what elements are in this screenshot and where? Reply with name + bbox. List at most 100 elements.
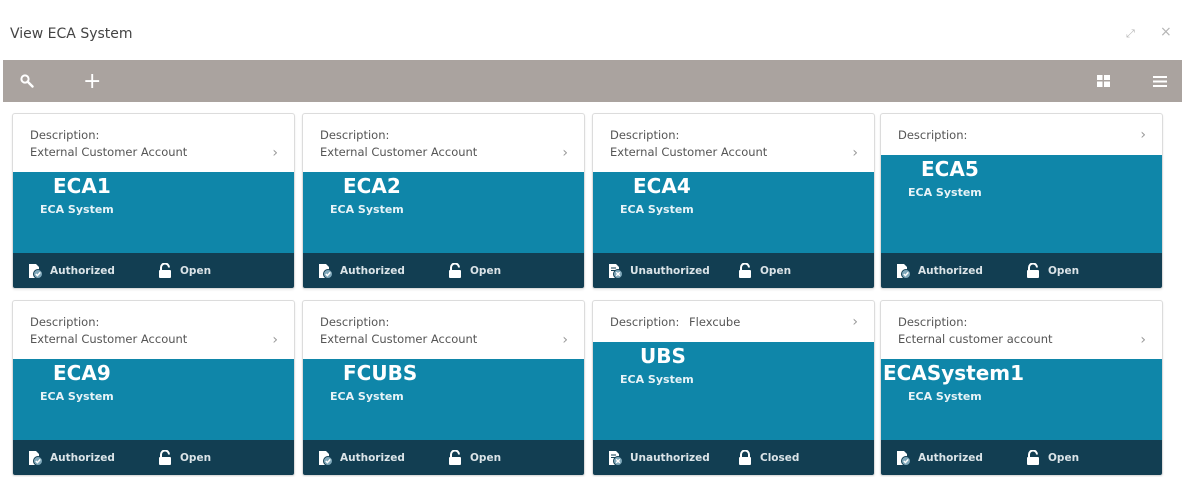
record-status: Open — [158, 450, 211, 466]
tile-footer: Authorized Open — [881, 253, 1162, 288]
tile-ecasystem1[interactable]: Description: Ecternal customer account ›… — [880, 300, 1163, 476]
tile-body: UBS ECA System — [593, 342, 874, 440]
authorization-status: Authorized — [27, 450, 115, 466]
tile-ubs[interactable]: Description: Flexcube › UBS ECA System U… — [592, 300, 875, 476]
record-name: ECA4 — [633, 174, 691, 198]
unauthorized-icon — [609, 451, 623, 466]
status-label: Open — [1048, 452, 1080, 464]
tile-fcubs[interactable]: Description: External Customer Account ›… — [302, 300, 585, 476]
authorized-icon — [897, 264, 911, 279]
tile-body: ECASystem1 ECA System — [881, 359, 1162, 440]
authorization-label: Unauthorized — [630, 265, 710, 277]
description-label: Description: — [320, 128, 390, 142]
authorization-status: Unauthorized — [607, 450, 710, 466]
tile-header: Description: External Customer Account › — [303, 114, 584, 172]
tile-body: ECA9 ECA System — [13, 359, 294, 440]
chevron-right-icon[interactable]: › — [562, 332, 568, 348]
toolbar: + — [3, 60, 1182, 102]
unlock-icon — [159, 263, 171, 278]
record-name: ECA1 — [53, 174, 111, 198]
status-label: Open — [760, 265, 792, 277]
authorized-icon — [319, 264, 333, 279]
unlock-icon — [739, 263, 751, 278]
authorized-icon — [319, 451, 333, 466]
chevron-right-icon[interactable]: › — [1140, 127, 1146, 143]
chevron-right-icon[interactable]: › — [852, 314, 858, 330]
record-subtitle: ECA System — [330, 203, 404, 216]
status-label: Closed — [760, 452, 800, 464]
record-status: Open — [158, 263, 211, 279]
tile-eca1[interactable]: Description: External Customer Account ›… — [12, 113, 295, 289]
tile-header: Description: External Customer Account › — [13, 114, 294, 172]
status-label: Open — [470, 265, 502, 277]
chevron-right-icon[interactable]: › — [272, 332, 278, 348]
tile-header: Description: External Customer Account › — [303, 301, 584, 359]
description-value: External Customer Account — [320, 332, 478, 346]
description-value: External Customer Account — [320, 145, 478, 159]
tile-body: ECA1 ECA System — [13, 172, 294, 253]
record-name: UBS — [640, 344, 686, 368]
description-value: External Customer Account — [610, 145, 768, 159]
record-subtitle: ECA System — [908, 186, 982, 199]
record-subtitle: ECA System — [40, 203, 114, 216]
authorization-label: Authorized — [50, 265, 115, 277]
description-value: Flexcube — [689, 315, 741, 329]
tile-body: FCUBS ECA System — [303, 359, 584, 440]
tile-body: ECA2 ECA System — [303, 172, 584, 253]
chevron-right-icon[interactable]: › — [1140, 332, 1146, 348]
authorized-icon — [29, 451, 43, 466]
record-subtitle: ECA System — [620, 203, 694, 216]
window-titlebar: View ECA System ⤢ × — [0, 0, 1185, 60]
authorization-status: Authorized — [317, 450, 405, 466]
unlock-icon — [1027, 263, 1039, 278]
unlock-icon — [449, 450, 461, 465]
tile-header: Description: External Customer Account › — [13, 301, 294, 359]
description-label: Description: — [30, 128, 100, 142]
tile-header: Description: External Customer Account › — [593, 114, 874, 172]
expand-icon[interactable]: ⤢ — [1126, 27, 1135, 41]
authorization-label: Authorized — [918, 452, 983, 464]
tile-footer: Unauthorized Open — [593, 253, 874, 288]
record-name: ECA5 — [921, 157, 979, 181]
unlock-icon — [1027, 450, 1039, 465]
record-status: Open — [448, 450, 501, 466]
close-icon[interactable]: × — [1160, 24, 1172, 40]
list-view-icon[interactable] — [1153, 60, 1167, 102]
authorization-label: Authorized — [340, 265, 405, 277]
tile-eca5[interactable]: Description: › ECA5 ECA System Authorize… — [880, 113, 1163, 289]
record-status: Open — [1026, 450, 1079, 466]
tile-body: ECA5 ECA System — [881, 155, 1162, 253]
chevron-right-icon[interactable]: › — [562, 145, 568, 161]
tile-eca4[interactable]: Description: External Customer Account ›… — [592, 113, 875, 289]
tile-footer: Authorized Open — [13, 253, 294, 288]
description-label: Description: — [898, 128, 968, 142]
add-button[interactable]: + — [83, 60, 101, 102]
authorization-status: Authorized — [895, 263, 983, 279]
record-subtitle: ECA System — [908, 390, 982, 403]
description-value: Ecternal customer account — [898, 332, 1053, 346]
search-icon[interactable] — [20, 60, 34, 102]
record-name: FCUBS — [343, 361, 418, 385]
authorization-label: Unauthorized — [630, 452, 710, 464]
status-label: Open — [180, 452, 212, 464]
description-value: External Customer Account — [30, 145, 188, 159]
tile-eca2[interactable]: Description: External Customer Account ›… — [302, 113, 585, 289]
unauthorized-icon — [609, 264, 623, 279]
description-label: Description: — [898, 315, 968, 329]
description-label: Description: — [320, 315, 390, 329]
record-status: Open — [448, 263, 501, 279]
record-status: Open — [738, 263, 791, 279]
unlock-icon — [159, 450, 171, 465]
authorization-status: Unauthorized — [607, 263, 710, 279]
grid-view-icon[interactable] — [1097, 60, 1110, 102]
record-name: ECASystem1 — [883, 361, 1025, 385]
tile-footer: Authorized Open — [13, 440, 294, 475]
authorization-status: Authorized — [27, 263, 115, 279]
status-label: Open — [180, 265, 212, 277]
tile-body: ECA4 ECA System — [593, 172, 874, 253]
chevron-right-icon[interactable]: › — [272, 145, 278, 161]
chevron-right-icon[interactable]: › — [852, 145, 858, 161]
tile-footer: Authorized Open — [303, 253, 584, 288]
tile-eca9[interactable]: Description: External Customer Account ›… — [12, 300, 295, 476]
description-value: External Customer Account — [30, 332, 188, 346]
